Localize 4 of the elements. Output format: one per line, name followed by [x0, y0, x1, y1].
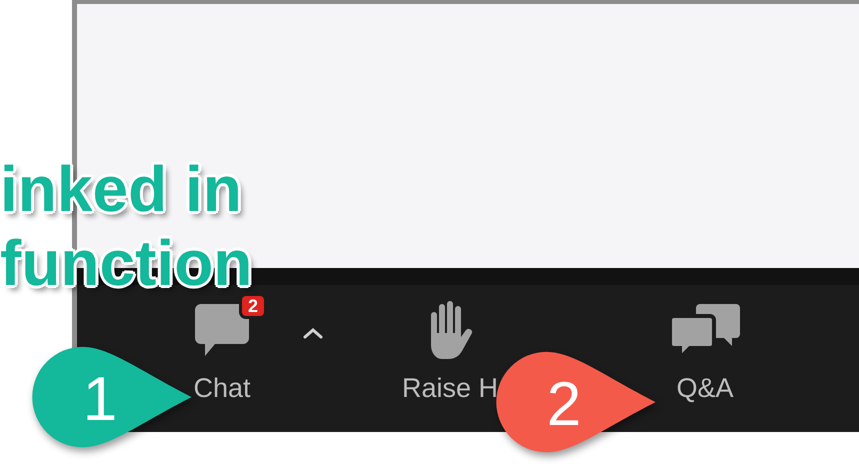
qa-button[interactable]: Q&A [670, 285, 740, 404]
caret-icon[interactable] [303, 327, 323, 339]
unread-count: 2 [238, 293, 267, 319]
hand-button[interactable]: Raise H [402, 285, 498, 404]
